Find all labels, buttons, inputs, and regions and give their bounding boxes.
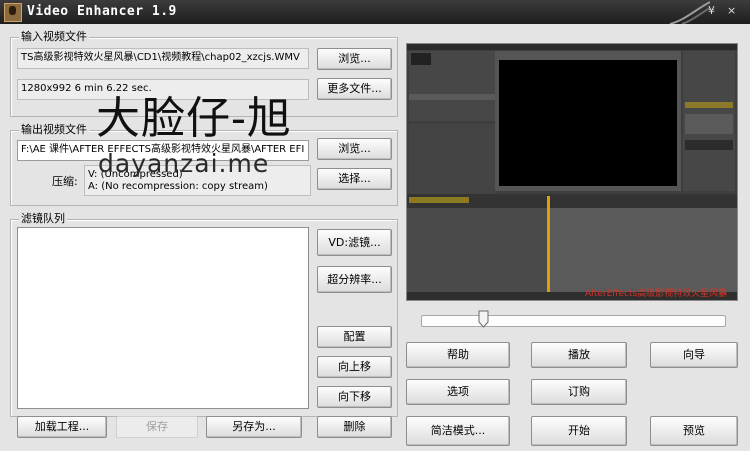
video-preview: AfterEffects高级影视特效火星风暴 <box>406 43 738 301</box>
output-video-label: 输出视频文件 <box>19 123 89 136</box>
window-title: Video Enhancer 1.9 <box>27 4 177 19</box>
load-project-button[interactable]: 加载工程... <box>17 416 107 438</box>
order-button[interactable]: 订购 <box>531 379 627 405</box>
collapse-icon[interactable]: ¥ <box>708 4 715 17</box>
select-codec-button[interactable]: 选择... <box>317 168 392 190</box>
save-project-button[interactable]: 保存 <box>116 416 198 438</box>
output-browse-button[interactable]: 浏览... <box>317 138 392 160</box>
title-decoration-icon <box>669 1 710 24</box>
input-file-field[interactable]: TS高级影视特效火星风暴\CD1\视频教程\chap02_xzcjs.WMV <box>17 48 309 69</box>
input-browse-button[interactable]: 浏览... <box>317 48 392 70</box>
simple-mode-button[interactable]: 简洁模式... <box>406 416 510 446</box>
compression-label: 压缩: <box>52 175 78 188</box>
title-bar[interactable]: Video Enhancer 1.9 ¥ × <box>0 0 750 24</box>
filter-list[interactable] <box>17 227 309 409</box>
watermark-title: 大脸仔-旭 <box>96 93 292 144</box>
delete-filter-button[interactable]: 删除 <box>317 416 392 438</box>
close-icon[interactable]: × <box>727 4 736 17</box>
options-button[interactable]: 选项 <box>406 379 510 405</box>
more-files-button[interactable]: 更多文件... <box>317 78 392 100</box>
save-as-button[interactable]: 另存为... <box>206 416 302 438</box>
vd-filter-button[interactable]: VD:滤镜... <box>317 229 392 256</box>
watermark-url: dayanzai.me <box>98 149 270 178</box>
seek-slider[interactable] <box>421 315 726 327</box>
super-resolution-button[interactable]: 超分辨率... <box>317 266 392 293</box>
help-button[interactable]: 帮助 <box>406 342 510 368</box>
preview-button[interactable]: 预览 <box>650 416 738 446</box>
play-button[interactable]: 播放 <box>531 342 627 368</box>
move-down-button[interactable]: 向下移 <box>317 386 392 408</box>
start-button[interactable]: 开始 <box>531 416 627 446</box>
app-window: Video Enhancer 1.9 ¥ × 输入视频文件 TS高级影视特效火星… <box>0 0 750 451</box>
filter-queue-label: 滤镜队列 <box>19 212 67 225</box>
wizard-button[interactable]: 向导 <box>650 342 738 368</box>
input-video-label: 输入视频文件 <box>19 30 89 43</box>
preview-caption: AfterEffects高级影视特效火星风暴 <box>585 289 728 299</box>
app-icon <box>4 3 22 22</box>
move-up-button[interactable]: 向上移 <box>317 356 392 378</box>
audio-codec-text: A: (No recompression: copy stream) <box>88 181 268 192</box>
slider-thumb-icon[interactable] <box>478 310 489 328</box>
config-button[interactable]: 配置 <box>317 326 392 348</box>
preview-frame-image <box>407 44 737 300</box>
